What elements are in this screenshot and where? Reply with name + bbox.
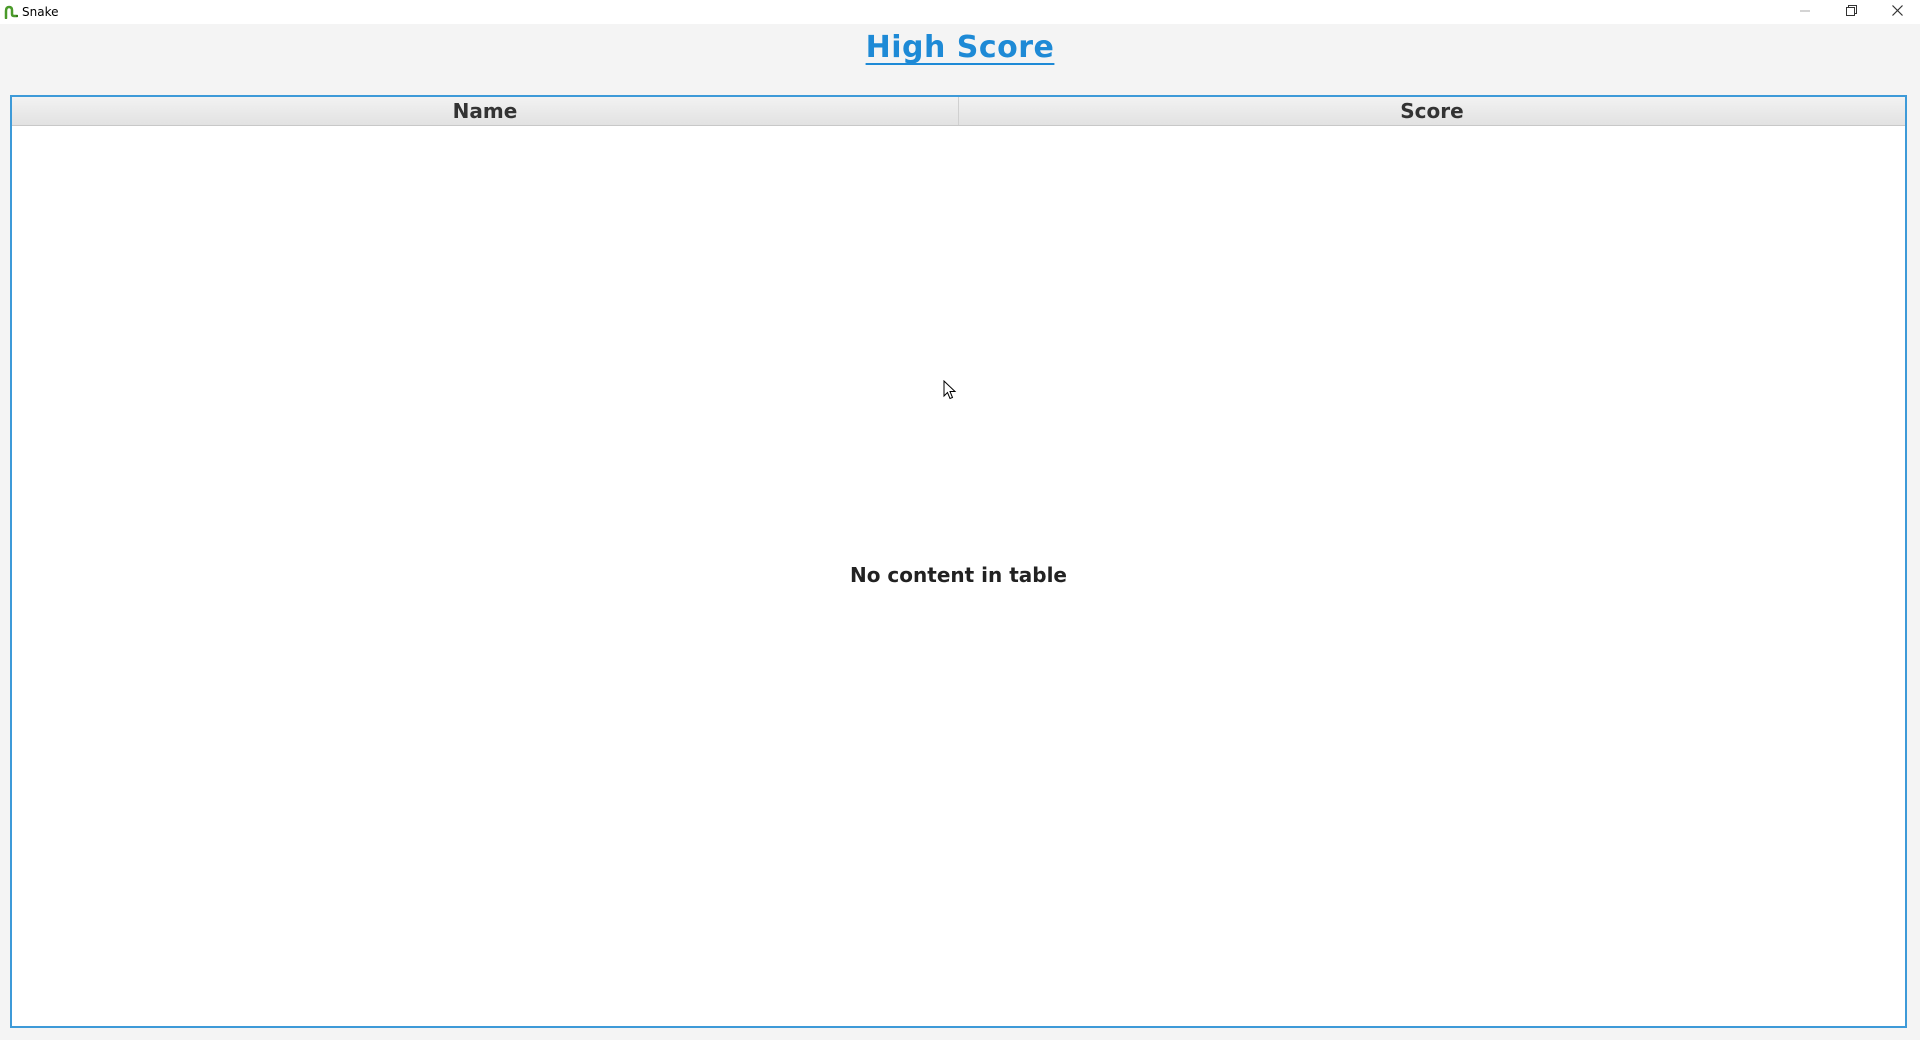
heading-container: High Score: [0, 30, 1920, 65]
app-window: Snake High Score Name Score No content i…: [0, 0, 1920, 1040]
minimize-icon: [1800, 4, 1810, 20]
restore-icon: [1845, 4, 1857, 20]
table-header: Name Score: [12, 97, 1905, 126]
title-bar[interactable]: Snake: [0, 0, 1920, 24]
restore-button[interactable]: [1828, 0, 1874, 24]
close-button[interactable]: [1874, 0, 1920, 24]
snake-icon: [4, 5, 18, 19]
page-title: High Score: [865, 30, 1055, 65]
column-header-score[interactable]: Score: [958, 97, 1905, 125]
close-icon: [1891, 4, 1903, 20]
minimize-button[interactable]: [1782, 0, 1828, 24]
window-controls: [1782, 0, 1920, 24]
high-score-table[interactable]: Name Score No content in table: [10, 95, 1907, 1028]
window-title: Snake: [22, 5, 59, 19]
column-header-name[interactable]: Name: [12, 97, 958, 125]
mouse-cursor-icon: [943, 379, 957, 404]
empty-table-placeholder: No content in table: [849, 563, 1067, 587]
